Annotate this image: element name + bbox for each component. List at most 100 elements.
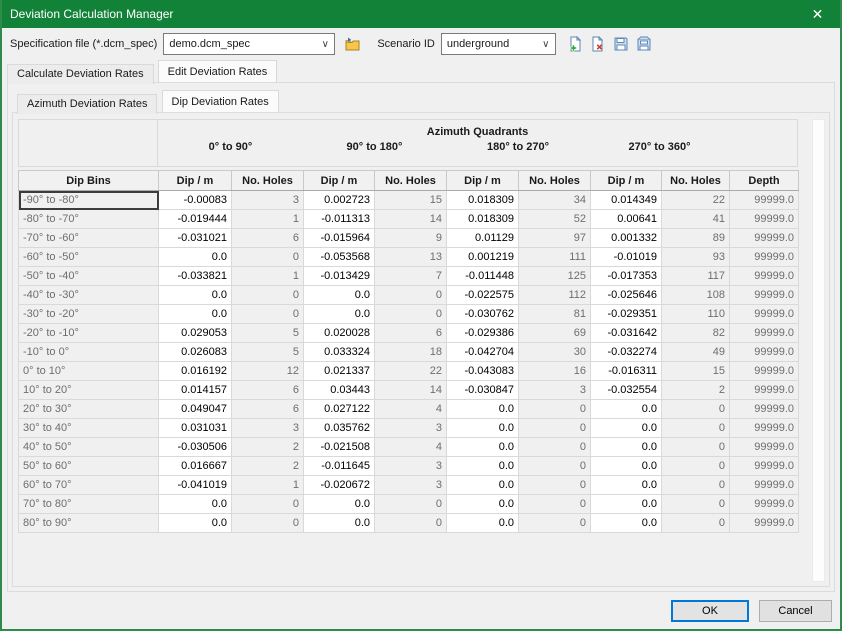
dip-rate-cell[interactable]: 0.0	[591, 419, 662, 438]
dip-bin-cell[interactable]: -60° to -50°	[19, 248, 159, 267]
dip-rate-cell[interactable]: -0.017353	[591, 267, 662, 286]
dip-rate-cell[interactable]: 0.0	[159, 305, 232, 324]
dip-bin-cell[interactable]: 50° to 60°	[19, 457, 159, 476]
dip-rate-cell[interactable]: 0.0	[591, 400, 662, 419]
dip-rate-cell[interactable]: 0.0	[447, 476, 519, 495]
dip-rate-cell[interactable]: -0.011645	[304, 457, 375, 476]
dip-rate-cell[interactable]: 0.0	[159, 495, 232, 514]
dip-rate-cell[interactable]: 0.001332	[591, 229, 662, 248]
dip-rate-cell[interactable]: 0.0	[159, 514, 232, 533]
dip-bin-cell[interactable]: 0° to 10°	[19, 362, 159, 381]
dip-bin-cell[interactable]: 70° to 80°	[19, 495, 159, 514]
dip-bin-cell[interactable]: -90° to -80°	[19, 191, 159, 210]
dip-rate-cell[interactable]: -0.015964	[304, 229, 375, 248]
dip-rate-cell[interactable]: 0.002723	[304, 191, 375, 210]
dip-bin-cell[interactable]: -30° to -20°	[19, 305, 159, 324]
dip-rate-cell[interactable]: -0.053568	[304, 248, 375, 267]
dip-rate-cell[interactable]: -0.029351	[591, 305, 662, 324]
dip-rate-cell[interactable]: -0.032274	[591, 343, 662, 362]
dip-bin-cell[interactable]: -80° to -70°	[19, 210, 159, 229]
dip-rate-cell[interactable]: 0.0	[304, 305, 375, 324]
dip-bin-cell[interactable]: -50° to -40°	[19, 267, 159, 286]
dip-bin-cell[interactable]: -40° to -30°	[19, 286, 159, 305]
dip-rate-cell[interactable]: -0.030847	[447, 381, 519, 400]
dip-rate-cell[interactable]: 0.0	[304, 495, 375, 514]
dip-rate-cell[interactable]: -0.016311	[591, 362, 662, 381]
dip-rate-cell[interactable]: 0.016667	[159, 457, 232, 476]
dip-rate-cell[interactable]: -0.032554	[591, 381, 662, 400]
dip-rate-cell[interactable]: 0.0	[447, 438, 519, 457]
dip-rate-cell[interactable]: -0.031021	[159, 229, 232, 248]
dip-rate-cell[interactable]: 0.0	[591, 457, 662, 476]
dip-rate-cell[interactable]: 0.0	[447, 457, 519, 476]
scenario-id-combobox[interactable]: underground ∨	[441, 33, 556, 55]
dip-rate-cell[interactable]: 0.0	[447, 400, 519, 419]
dip-rate-cell[interactable]: -0.033821	[159, 267, 232, 286]
dip-rate-cell[interactable]: -0.042704	[447, 343, 519, 362]
dip-rate-cell[interactable]: -0.021508	[304, 438, 375, 457]
dip-rate-cell[interactable]: 0.00641	[591, 210, 662, 229]
dip-bin-cell[interactable]: 20° to 30°	[19, 400, 159, 419]
dip-rate-cell[interactable]: 0.0	[591, 495, 662, 514]
dip-rate-cell[interactable]: 0.014349	[591, 191, 662, 210]
delete-scenario-button[interactable]	[587, 33, 609, 55]
dip-rate-cell[interactable]: 0.0	[159, 248, 232, 267]
dip-rate-cell[interactable]: -0.043083	[447, 362, 519, 381]
dip-rate-cell[interactable]: -0.029386	[447, 324, 519, 343]
dip-rate-cell[interactable]: -0.013429	[304, 267, 375, 286]
dip-rate-cell[interactable]: 0.0	[447, 419, 519, 438]
dip-rate-cell[interactable]: 0.018309	[447, 210, 519, 229]
dip-rate-cell[interactable]: 0.018309	[447, 191, 519, 210]
dip-rate-cell[interactable]: -0.030506	[159, 438, 232, 457]
dip-rate-cell[interactable]: -0.00083	[159, 191, 232, 210]
add-scenario-button[interactable]	[564, 33, 586, 55]
tab-calculate-deviation-rates[interactable]: Calculate Deviation Rates	[7, 64, 154, 84]
dip-bin-cell[interactable]: 10° to 20°	[19, 381, 159, 400]
dip-rate-cell[interactable]: 0.0	[591, 476, 662, 495]
dip-rate-cell[interactable]: 0.0	[447, 495, 519, 514]
dip-rate-cell[interactable]: 0.01129	[447, 229, 519, 248]
dip-rate-cell[interactable]: -0.011448	[447, 267, 519, 286]
dip-rate-cell[interactable]: 0.020028	[304, 324, 375, 343]
cancel-button[interactable]: Cancel	[759, 600, 832, 622]
save-scenario-as-button[interactable]	[633, 33, 655, 55]
dip-rate-cell[interactable]: -0.030762	[447, 305, 519, 324]
dip-bin-cell[interactable]: -70° to -60°	[19, 229, 159, 248]
close-button[interactable]: ✕	[795, 0, 840, 28]
dip-rate-cell[interactable]: 0.049047	[159, 400, 232, 419]
dip-rate-cell[interactable]: 0.016192	[159, 362, 232, 381]
dip-rate-cell[interactable]: -0.01019	[591, 248, 662, 267]
tab-edit-deviation-rates[interactable]: Edit Deviation Rates	[158, 60, 278, 82]
tab-azimuth-deviation-rates[interactable]: Azimuth Deviation Rates	[17, 94, 157, 114]
dip-rate-cell[interactable]: -0.019444	[159, 210, 232, 229]
tab-dip-deviation-rates[interactable]: Dip Deviation Rates	[162, 90, 279, 112]
dip-rate-cell[interactable]: 0.0	[591, 514, 662, 533]
dip-rate-cell[interactable]: 0.014157	[159, 381, 232, 400]
dip-bin-cell[interactable]: 30° to 40°	[19, 419, 159, 438]
dip-rate-cell[interactable]: -0.025646	[591, 286, 662, 305]
open-spec-file-button[interactable]	[341, 33, 363, 55]
dip-rate-cell[interactable]: 0.035762	[304, 419, 375, 438]
dip-rate-cell[interactable]: -0.041019	[159, 476, 232, 495]
dip-rate-cell[interactable]: 0.029053	[159, 324, 232, 343]
dip-rate-cell[interactable]: -0.020672	[304, 476, 375, 495]
dip-rate-cell[interactable]: 0.021337	[304, 362, 375, 381]
dip-rate-cell[interactable]: -0.031642	[591, 324, 662, 343]
dip-rate-cell[interactable]: 0.03443	[304, 381, 375, 400]
ok-button[interactable]: OK	[671, 600, 749, 622]
dip-rate-cell[interactable]: 0.0	[447, 514, 519, 533]
dip-bin-cell[interactable]: 60° to 70°	[19, 476, 159, 495]
spec-file-combobox[interactable]: demo.dcm_spec ∨	[163, 33, 335, 55]
dip-rate-cell[interactable]: -0.022575	[447, 286, 519, 305]
dip-bin-cell[interactable]: -20° to -10°	[19, 324, 159, 343]
dip-bin-cell[interactable]: 40° to 50°	[19, 438, 159, 457]
dip-rate-cell[interactable]: -0.011313	[304, 210, 375, 229]
save-scenario-button[interactable]	[610, 33, 632, 55]
dip-rate-cell[interactable]: 0.0	[304, 514, 375, 533]
dip-rate-cell[interactable]: 0.001219	[447, 248, 519, 267]
dip-bin-cell[interactable]: 80° to 90°	[19, 514, 159, 533]
dip-rate-cell[interactable]: 0.026083	[159, 343, 232, 362]
dip-rate-cell[interactable]: 0.0	[591, 438, 662, 457]
dip-rate-cell[interactable]: 0.031031	[159, 419, 232, 438]
dip-rate-cell[interactable]: 0.0	[304, 286, 375, 305]
